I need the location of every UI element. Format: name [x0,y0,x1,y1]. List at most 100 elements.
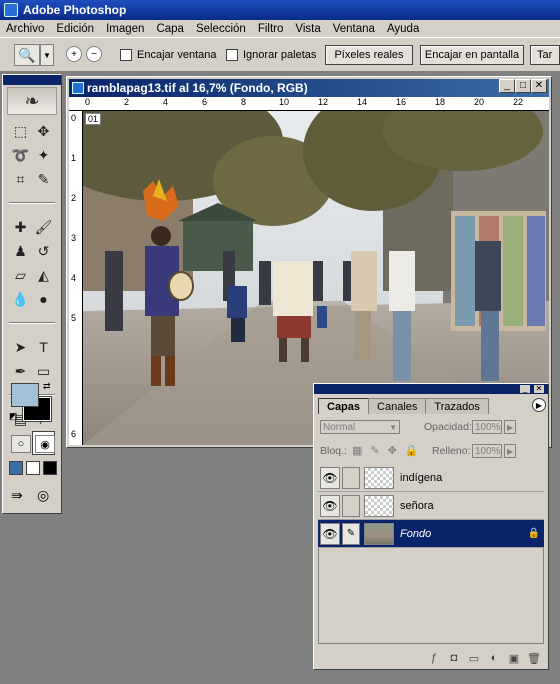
encajar-ventana-checkbox[interactable]: Encajar ventana [120,47,217,63]
minimize-icon[interactable]: _ [499,79,515,93]
document-icon [72,82,84,94]
fill-field[interactable]: 100% [472,444,502,458]
ruler-h-tick: 18 [435,97,446,107]
document-title-bar[interactable]: ramblapag13.tif al 16,7% (Fondo, RGB) [69,79,549,97]
tamano-impresion-button[interactable]: Tar [530,45,560,65]
opacity-slider-icon[interactable]: ▶ [504,420,516,434]
screen-mode-full-icon[interactable] [43,461,57,475]
ruler-v-tick: 6 [71,429,77,439]
layer-row-fondo[interactable]: 👁 ✎ Fondo 🔒 [318,520,544,548]
type-tool-icon[interactable]: T [32,335,55,359]
ruler-v-tick: 3 [71,233,77,243]
tab-canales[interactable]: Canales [368,398,427,414]
swap-colors-icon[interactable]: ⇄ [43,381,51,392]
lock-position-icon[interactable]: ✥ [388,445,405,457]
pen-tool-icon[interactable]: ✒ [9,359,32,383]
toolbox-title-bar[interactable] [3,75,61,85]
magic-wand-tool-icon[interactable]: ✦ [32,143,55,167]
layer-link-box[interactable] [342,494,360,517]
layer-row-senora[interactable]: 👁 señora [318,492,544,520]
new-layer-icon[interactable]: ▣ [504,652,524,665]
feather-logo-icon[interactable]: ❧ [7,87,57,115]
palette-title-bar[interactable] [314,384,548,394]
ruler-h-tick: 6 [202,97,208,107]
brush-tool-icon[interactable]: 🖌 [32,215,55,239]
pixeles-reales-button[interactable]: Píxeles reales [325,45,413,65]
eye-icon[interactable]: 👁 [320,494,340,517]
default-colors-icon[interactable]: ◩ [9,411,18,422]
quick-mask-icon[interactable]: ◉ [35,435,55,453]
lock-paint-icon[interactable]: ✎ [370,445,387,457]
slice-tool-icon[interactable]: ✎ [32,167,55,191]
ruler-h-tick: 10 [279,97,290,107]
layer-thumbnail [364,494,394,517]
menu-vista[interactable]: Vista [289,23,326,35]
zoom-out-icon[interactable]: − [86,46,102,62]
zoom-tool-preset-icon[interactable]: 🔍 [14,44,40,66]
ruler-h-tick: 2 [124,97,130,107]
maximize-icon[interactable]: □ [515,79,531,93]
rectangle-tool-icon[interactable]: ▭ [32,359,55,383]
lock-options: ▦✎✥🔒 [352,444,427,457]
menu-archivo[interactable]: Archivo [0,23,50,35]
palette-menu-icon[interactable]: ▶ [532,398,546,412]
move-tool-icon[interactable]: ✥ [32,119,55,143]
screen-mode-fullmenu-icon[interactable] [26,461,40,475]
tab-trazados[interactable]: Trazados [425,398,489,414]
ruler-v-tick: 5 [71,313,77,323]
new-group-icon[interactable]: ▭ [464,652,484,665]
lock-transparent-icon[interactable]: ▦ [352,445,370,457]
lasso-tool-icon[interactable]: ➰ [9,143,32,167]
blend-mode-select[interactable]: Normal ▼ [320,420,400,434]
lock-all-icon[interactable]: 🔒 [405,445,427,457]
blur-tool-icon[interactable]: 💧 [9,287,32,311]
standard-mode-icon[interactable]: ○ [11,435,31,453]
jump-to-imageready-icon[interactable]: ⇛ [11,487,23,504]
ignorar-paletas-checkbox[interactable]: Ignorar paletas [226,47,316,63]
trash-icon[interactable]: 🗑 [524,652,544,665]
marquee-tool-icon[interactable]: ⬚ [9,119,32,143]
close-icon[interactable]: ✕ [531,79,547,93]
paint-bucket-icon[interactable]: ◭ [32,263,55,287]
layer-row-indigena[interactable]: 👁 indígena [318,464,544,492]
menu-seleccion[interactable]: Selección [190,23,252,35]
foreground-color-swatch[interactable] [11,383,39,407]
layer-style-icon[interactable]: ƒ [424,652,444,664]
adjustment-layer-icon[interactable]: ◐ [484,652,504,664]
healing-brush-icon[interactable]: ✚ [9,215,32,239]
palette-close-icon[interactable]: ✕ [534,385,544,393]
menu-capa[interactable]: Capa [150,23,190,35]
menu-ayuda[interactable]: Ayuda [381,23,425,35]
path-selection-icon[interactable]: ➤ [9,335,32,359]
eraser-tool-icon[interactable]: ▱ [9,263,32,287]
checkbox-box[interactable] [226,49,238,61]
palette-minimize-icon[interactable]: _ [520,385,530,393]
zoom-in-icon[interactable]: + [66,46,82,62]
eye-icon[interactable]: 👁 [320,466,340,489]
chevron-down-icon[interactable]: ▼ [40,44,54,66]
layer-mask-icon[interactable]: ◘ [444,652,464,664]
tab-capas[interactable]: Capas [318,398,370,414]
menu-bar: Archivo Edición Imagen Capa Selección Fi… [0,20,560,38]
imageready-icon[interactable]: ◎ [37,487,49,504]
menu-filtro[interactable]: Filtro [252,23,290,35]
encajar-pantalla-button[interactable]: Encajar en pantalla [420,45,524,65]
tool-separator [9,322,55,324]
lock-icon: 🔒 [527,528,540,539]
clone-stamp-icon[interactable]: ♟ [9,239,32,263]
menu-imagen[interactable]: Imagen [100,23,150,35]
layer-link-box[interactable] [342,466,360,489]
checkbox-box[interactable] [120,49,132,61]
fill-slider-icon[interactable]: ▶ [504,444,516,458]
ruler-h-tick: 16 [396,97,407,107]
history-brush-icon[interactable]: ↺ [32,239,55,263]
opacity-field[interactable]: 100% [472,420,502,434]
brush-icon[interactable]: ✎ [342,522,360,545]
menu-edicion[interactable]: Edición [50,23,100,35]
eye-icon[interactable]: 👁 [320,522,340,545]
crop-tool-icon[interactable]: ⌗ [9,167,32,191]
chevron-down-icon: ▼ [389,422,397,432]
menu-ventana[interactable]: Ventana [327,23,381,35]
screen-mode-standard-icon[interactable] [9,461,23,475]
dodge-tool-icon[interactable]: ● [32,287,55,311]
